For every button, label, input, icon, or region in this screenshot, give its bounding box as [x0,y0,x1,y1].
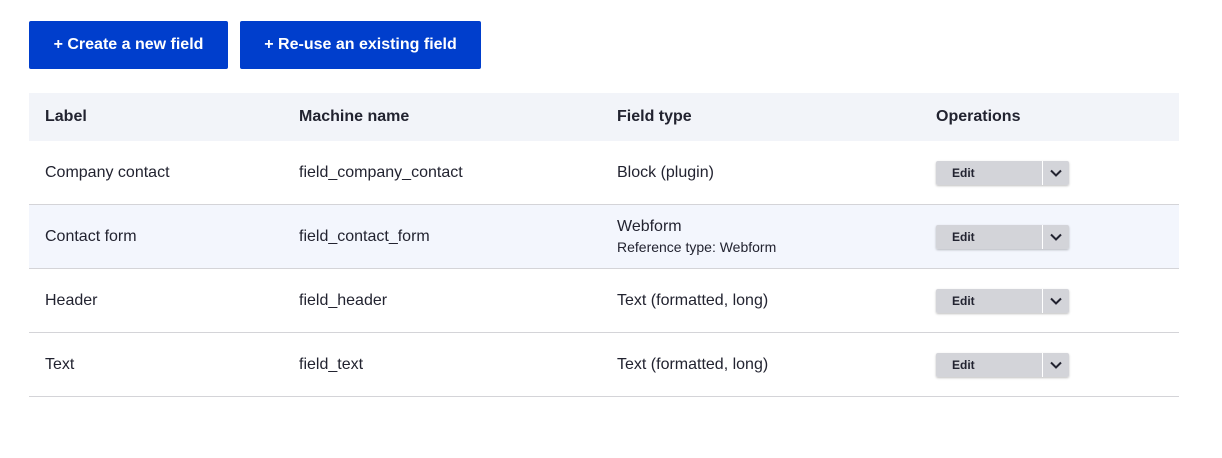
row-field-type: Text (formatted, long) [601,268,920,333]
row-operations: Edit [920,332,1179,397]
header-field-type: Field type [617,108,692,125]
field-type-text: Text (formatted, long) [617,291,769,309]
row-field-type: Webform Reference type: Webform [601,204,920,269]
row-label: Company contact [29,141,283,205]
operations-dropbutton: Edit [936,224,1069,249]
fields-table: Label Machine name Field type Operations… [29,93,1179,397]
reference-type-text: Reference type: Webform [617,239,777,255]
dropbutton-toggle[interactable] [1042,288,1069,313]
edit-button[interactable]: Edit [936,160,1042,185]
header-operations: Operations [936,108,1021,125]
row-field-type: Text (formatted, long) [601,332,920,397]
header-label: Label [45,108,87,125]
header-row: Label Machine name Field type Operations [29,93,1179,141]
chevron-down-icon [1050,169,1062,177]
operations-dropbutton: Edit [936,288,1069,313]
edit-button[interactable]: Edit [936,288,1042,313]
row-operations: Edit [920,268,1179,333]
dropbutton-toggle[interactable] [1042,352,1069,377]
header-machine-name: Machine name [299,108,410,125]
chevron-down-icon [1050,233,1062,241]
row-field-type: Block (plugin) [601,141,920,205]
table-body: Company contact field_company_contact Bl… [29,141,1179,397]
row-operations: Edit [920,141,1179,205]
row-machine-name: field_text [283,332,601,397]
table-row: Header field_header Text (formatted, lon… [29,268,1179,333]
edit-button[interactable]: Edit [936,352,1042,377]
table-header: Label Machine name Field type Operations [29,93,1179,141]
row-machine-name: field_contact_form [283,204,601,269]
row-label: Contact form [29,204,283,269]
table-row: Company contact field_company_contact Bl… [29,141,1179,205]
table-row: Text field_text Text (formatted, long) E… [29,332,1179,397]
chevron-down-icon [1050,361,1062,369]
reuse-existing-field-button[interactable]: + Re-use an existing field [240,21,481,69]
dropbutton-toggle[interactable] [1042,224,1069,249]
row-label: Header [29,268,283,333]
edit-button[interactable]: Edit [936,224,1042,249]
table-row: Contact form field_contact_form Webform … [29,204,1179,269]
operations-dropbutton: Edit [936,352,1069,377]
row-machine-name: field_company_contact [283,141,601,205]
create-new-field-button[interactable]: + Create a new field [29,21,228,69]
field-type-text: Block (plugin) [617,163,714,181]
row-machine-name: field_header [283,268,601,333]
action-links: + Create a new field + Re-use an existin… [29,21,481,69]
operations-dropbutton: Edit [936,160,1069,185]
field-type-text: Webform [617,218,682,235]
dropbutton-toggle[interactable] [1042,160,1069,185]
manage-fields-page: + Create a new field + Re-use an existin… [0,0,1222,458]
chevron-down-icon [1050,297,1062,305]
row-label: Text [29,332,283,397]
field-type-text: Text (formatted, long) [617,355,769,373]
row-operations: Edit [920,204,1179,269]
